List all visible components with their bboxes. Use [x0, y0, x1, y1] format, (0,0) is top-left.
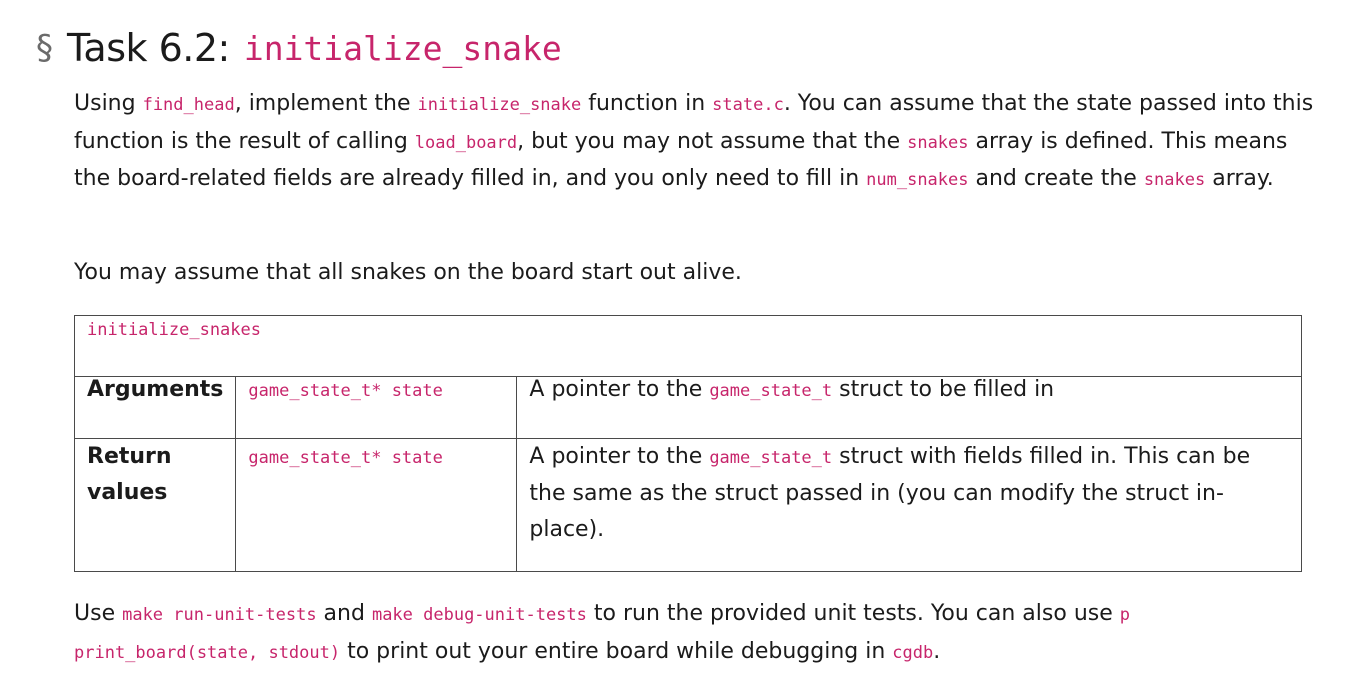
text-fragment: to run the provided unit tests. You can …	[586, 601, 1120, 626]
spec-header-row: initialize_snakes	[74, 315, 1302, 377]
inline-code: initialize_snake	[417, 95, 582, 115]
param-signature: game_state_t* state	[248, 448, 443, 468]
spec-function-name-cell: initialize_snakes	[74, 315, 1302, 377]
task-description: Using find_head, implement the initializ…	[74, 86, 1314, 199]
text-fragment: , but you may not assume that the	[517, 128, 908, 154]
description-cell: A pointer to the game_state_t struct wit…	[516, 438, 1302, 572]
text-fragment: array.	[1205, 166, 1274, 191]
text-fragment: to print out your entire board while deb…	[340, 638, 893, 664]
inline-code: snakes	[1143, 170, 1206, 190]
text-fragment: A pointer to the	[529, 444, 710, 469]
heading-title: Task 6.2:	[67, 26, 230, 70]
text-fragment: Using	[74, 91, 143, 116]
text-fragment: function in	[581, 91, 713, 116]
spec-function-name: initialize_snakes	[87, 320, 261, 340]
row-label: Arguments	[87, 377, 224, 402]
inline-code: state.c	[712, 95, 784, 115]
inline-code: make run-unit-tests	[122, 605, 317, 625]
inline-code: load_board	[414, 132, 518, 153]
text-fragment: , implement the	[234, 91, 418, 116]
inline-code: snakes	[907, 132, 969, 153]
table-row: Arguments game_state_t* state A pointer …	[73, 376, 1302, 439]
text-fragment: and	[316, 601, 372, 626]
alive-note: You may assume that all snakes on the bo…	[74, 260, 742, 285]
section-anchor-icon[interactable]: §	[36, 31, 53, 65]
inline-code: game_state_t	[709, 448, 833, 468]
function-spec-table: initialize_snakes Arguments game_state_t…	[73, 315, 1302, 572]
row-label: Return values	[87, 444, 172, 505]
inline-code: game_state_t	[709, 381, 833, 401]
text-fragment: .	[933, 638, 941, 664]
text-fragment: struct to be filled in	[832, 377, 1055, 402]
param-cell: game_state_t* state	[235, 438, 518, 572]
inline-code: cgdb	[892, 642, 934, 663]
param-cell: game_state_t* state	[235, 376, 518, 439]
row-label-cell: Arguments	[73, 376, 237, 439]
param-signature: game_state_t* state	[248, 381, 443, 401]
inline-code: num_snakes	[866, 170, 969, 190]
inline-code: find_head	[142, 95, 235, 115]
table-row: Return values game_state_t* state A poin…	[73, 438, 1302, 572]
description-cell: A pointer to the game_state_t struct to …	[516, 376, 1302, 439]
text-fragment: A pointer to the	[529, 377, 710, 402]
heading-function-name: initialize_snake	[243, 28, 562, 68]
text-fragment: and create the	[968, 166, 1144, 191]
row-label-cell: Return values	[73, 438, 237, 572]
inline-code: make debug-unit-tests	[371, 605, 587, 625]
text-fragment: Use	[74, 601, 123, 626]
unit-test-instructions: Use make run-unit-tests and make debug-u…	[74, 596, 1314, 671]
task-heading: § Task 6.2: initialize_snake	[36, 18, 562, 78]
